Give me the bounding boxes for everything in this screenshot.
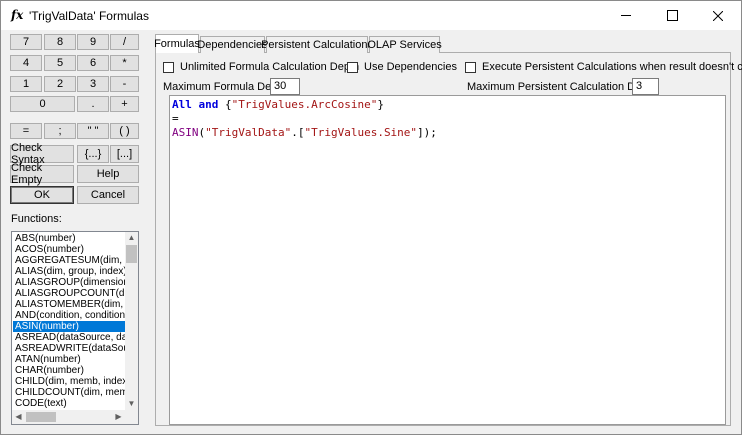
key-9[interactable]: 9 bbox=[77, 34, 109, 50]
execute-persistent-checkbox[interactable]: Execute Persistent Calculations when res… bbox=[465, 61, 742, 73]
vertical-scroll-thumb[interactable] bbox=[126, 245, 137, 263]
tab-olap-services[interactable]: OLAP Services bbox=[367, 36, 442, 53]
code-string-target: "TrigValues.ArcCosine" bbox=[231, 98, 378, 111]
code-close-brace: } bbox=[377, 98, 384, 111]
scroll-right-icon[interactable]: ▶ bbox=[113, 412, 124, 422]
functions-label: Functions: bbox=[11, 213, 62, 225]
key-minus[interactable]: - bbox=[110, 76, 139, 92]
maximize-button[interactable] bbox=[649, 1, 695, 30]
tab-formulas[interactable]: Formulas bbox=[154, 34, 200, 53]
checkbox-box bbox=[347, 61, 358, 73]
list-item[interactable]: ALIASGROUP(dimension, i bbox=[13, 277, 126, 288]
maximize-icon bbox=[666, 10, 678, 21]
brackets-button[interactable]: [...] bbox=[110, 145, 139, 163]
checkbox-box bbox=[465, 61, 476, 73]
code-open-brace: { bbox=[218, 98, 232, 111]
list-item-selected[interactable]: ASIN(number) bbox=[13, 321, 126, 332]
key-divide[interactable]: / bbox=[110, 34, 139, 50]
list-item[interactable]: CHAR(number) bbox=[13, 365, 126, 376]
key-7[interactable]: 7 bbox=[10, 34, 42, 50]
key-multiply[interactable]: * bbox=[110, 55, 139, 71]
code-close: ]); bbox=[417, 126, 437, 139]
key-parentheses[interactable]: ( ) bbox=[110, 123, 139, 139]
functions-list: ABS(number) ACOS(number) AGGREGATESUM(di… bbox=[13, 233, 126, 409]
title-bar: fx 'TrigValData' Formulas bbox=[1, 1, 741, 30]
window-title: 'TrigValData' Formulas bbox=[29, 9, 149, 23]
functions-listbox[interactable]: ABS(number) ACOS(number) AGGREGATESUM(di… bbox=[11, 231, 139, 425]
key-quotes[interactable]: " " bbox=[77, 123, 109, 139]
key-5[interactable]: 5 bbox=[44, 55, 76, 71]
list-item[interactable]: ALIAS(dim, group, index) bbox=[13, 266, 126, 277]
minimize-button[interactable] bbox=[603, 1, 649, 30]
list-item[interactable]: ASREAD(dataSource, data bbox=[13, 332, 126, 343]
cancel-button[interactable]: Cancel bbox=[77, 186, 139, 204]
key-8[interactable]: 8 bbox=[44, 34, 76, 50]
functions-vertical-scrollbar[interactable]: ▲ ▼ bbox=[125, 232, 138, 410]
max-formula-depth-input[interactable]: 30 bbox=[270, 78, 300, 95]
key-1[interactable]: 1 bbox=[10, 76, 42, 92]
code-string-cube: "TrigValData" bbox=[205, 126, 292, 139]
check-syntax-button[interactable]: Check Syntax bbox=[10, 142, 74, 166]
scroll-up-icon[interactable]: ▲ bbox=[126, 233, 137, 243]
formula-editor[interactable]: All and {"TrigValues.ArcCosine"} = ASIN(… bbox=[169, 95, 726, 425]
use-dependencies-label: Use Dependencies bbox=[364, 61, 457, 73]
list-item[interactable]: ATAN(number) bbox=[13, 354, 126, 365]
list-item[interactable]: CHILD(dim, memb, index) bbox=[13, 376, 126, 387]
key-4[interactable]: 4 bbox=[10, 55, 42, 71]
tab-persistent-calculations[interactable]: Persistent Calculations bbox=[261, 36, 373, 53]
help-button[interactable]: Help bbox=[77, 165, 139, 183]
code-dot-bracket: .[ bbox=[291, 126, 305, 139]
list-item[interactable]: AGGREGATESUM(dim, me bbox=[13, 255, 126, 266]
unlimited-depth-label: Unlimited Formula Calculation Depth bbox=[180, 61, 360, 73]
minimize-icon bbox=[621, 15, 631, 16]
checkbox-box bbox=[163, 61, 174, 73]
keyword-and: and bbox=[198, 98, 219, 111]
unlimited-depth-checkbox[interactable]: Unlimited Formula Calculation Depth bbox=[163, 61, 359, 73]
list-item[interactable]: CODE(text) bbox=[13, 398, 126, 409]
list-item[interactable]: ACOS(number) bbox=[13, 244, 126, 255]
list-item[interactable]: AND(condition, condition, ... bbox=[13, 310, 126, 321]
key-equals[interactable]: = bbox=[10, 123, 42, 139]
list-item[interactable]: CHILDCOUNT(dim, memb) bbox=[13, 387, 126, 398]
list-item[interactable]: ABS(number) bbox=[13, 233, 126, 244]
scroll-left-icon[interactable]: ◀ bbox=[13, 412, 24, 422]
function-asin: ASIN bbox=[172, 126, 199, 139]
functions-horizontal-scrollbar[interactable]: ◀ ▶ bbox=[12, 410, 125, 424]
scroll-down-icon[interactable]: ▼ bbox=[126, 399, 137, 409]
close-button[interactable] bbox=[695, 1, 741, 30]
close-icon bbox=[713, 10, 723, 21]
max-persistent-depth-label: Maximum Persistent Calculation Depth: bbox=[467, 81, 660, 93]
key-6[interactable]: 6 bbox=[77, 55, 109, 71]
list-item[interactable]: ALIASGROUPCOUNT(dime bbox=[13, 288, 126, 299]
horizontal-scroll-thumb[interactable] bbox=[26, 412, 56, 422]
key-semicolon[interactable]: ; bbox=[44, 123, 76, 139]
key-2[interactable]: 2 bbox=[44, 76, 76, 92]
scroll-corner bbox=[125, 410, 138, 424]
braces-button[interactable]: {...} bbox=[77, 145, 109, 163]
check-empty-button[interactable]: Check Empty bbox=[10, 162, 74, 186]
key-3[interactable]: 3 bbox=[77, 76, 109, 92]
key-0[interactable]: 0 bbox=[10, 96, 75, 112]
max-persistent-depth-input[interactable]: 3 bbox=[632, 78, 659, 95]
key-decimal[interactable]: . bbox=[77, 96, 109, 112]
code-string-member: "TrigValues.Sine" bbox=[304, 126, 418, 139]
code-equals: = bbox=[172, 112, 179, 125]
formulas-window: fx 'TrigValData' Formulas 7 8 9 / 4 5 6 … bbox=[0, 0, 742, 435]
key-plus[interactable]: + bbox=[110, 96, 139, 112]
list-item[interactable]: ASREADWRITE(dataSourc bbox=[13, 343, 126, 354]
keyword-all: All bbox=[172, 98, 192, 111]
execute-persistent-label: Execute Persistent Calculations when res… bbox=[482, 61, 742, 73]
formula-code: All and {"TrigValues.ArcCosine"} = ASIN(… bbox=[172, 98, 437, 140]
list-item[interactable]: ALIASTOMEMBER(dim, gro bbox=[13, 299, 126, 310]
fx-icon: fx bbox=[11, 8, 24, 22]
ok-button[interactable]: OK bbox=[10, 186, 74, 204]
use-dependencies-checkbox[interactable]: Use Dependencies bbox=[347, 61, 457, 73]
tab-dependencies[interactable]: Dependencies bbox=[197, 36, 268, 53]
